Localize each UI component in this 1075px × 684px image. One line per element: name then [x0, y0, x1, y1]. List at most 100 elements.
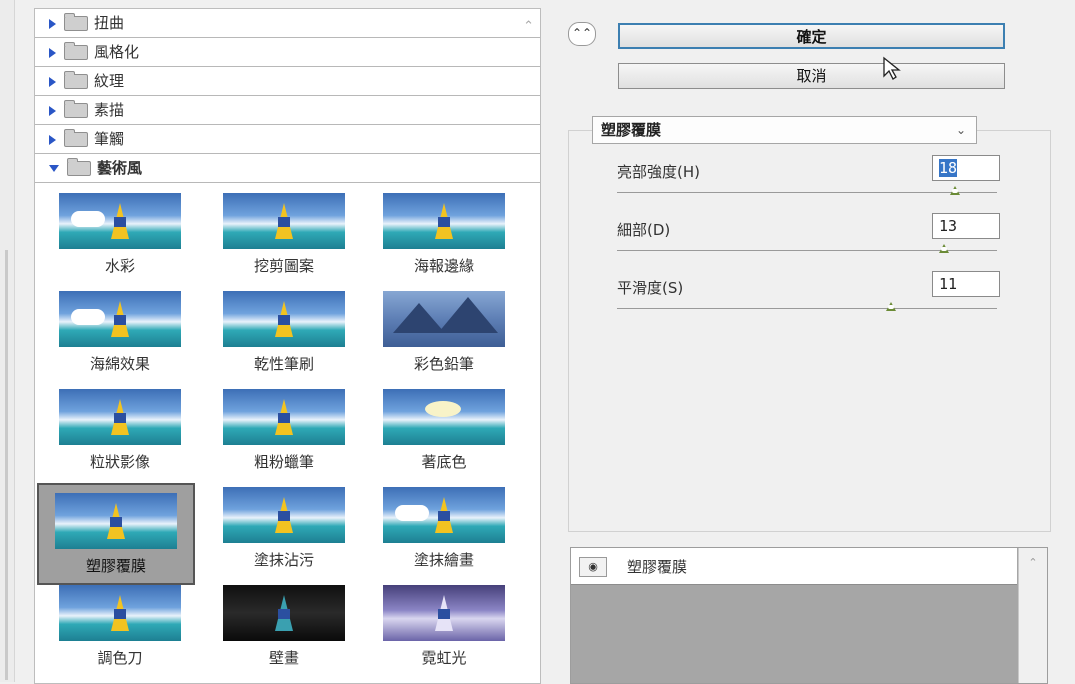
thumb-label: 彩色鉛筆: [413, 355, 474, 373]
category-stylize[interactable]: 風格化: [35, 38, 540, 67]
thumb-label: 挖剪圖案: [253, 257, 314, 275]
category-sketch[interactable]: 素描: [35, 96, 540, 125]
input-value: 18: [939, 159, 958, 177]
filter-thumb[interactable]: 調色刀: [41, 585, 199, 681]
filter-thumb[interactable]: 壁畫: [205, 585, 363, 681]
mouse-cursor-icon: [883, 56, 901, 80]
collapse-gallery-button[interactable]: ⌃⌃: [568, 22, 596, 46]
smoothness-input[interactable]: 11: [932, 271, 1000, 297]
category-label: 紋理: [94, 72, 125, 90]
expand-triangle-icon: [49, 134, 56, 145]
param-highlight-strength: 亮部強度(H) 18: [617, 155, 1002, 205]
filter-thumb[interactable]: 乾性筆刷: [205, 291, 363, 387]
folder-open-icon: [67, 158, 91, 176]
param-detail: 細部(D) 13: [617, 213, 1002, 263]
filter-thumb[interactable]: 粒狀影像: [41, 389, 199, 485]
ok-button[interactable]: 確定: [618, 23, 1005, 49]
thumb-label: 乾性筆刷: [253, 355, 314, 373]
expand-triangle-icon: [49, 47, 56, 58]
filter-thumb[interactable]: 著底色: [365, 389, 523, 485]
filter-preview-image: [223, 193, 345, 249]
thumb-label: 水彩: [104, 257, 135, 275]
filter-preview-image: [383, 291, 505, 347]
expand-triangle-icon: [49, 76, 56, 87]
slider-handle[interactable]: [886, 302, 896, 311]
thumb-label: 壁畫: [268, 649, 299, 667]
effect-layer-row[interactable]: ◉ 塑膠覆膜: [571, 548, 1017, 585]
filter-gallery: ⌃ 扭曲 風格化 紋理 素描 筆觸 藝術風 水彩 挖剪圖案 海報邊緣 海綿效果 …: [34, 8, 541, 684]
slider-track[interactable]: [617, 308, 997, 309]
thumbnail-grid: 水彩 挖剪圖案 海報邊緣 海綿效果 乾性筆刷 彩色鉛筆 粒狀影像 粗粉蠟筆 著底…: [35, 183, 540, 683]
filter-preview-image: [223, 487, 345, 543]
filter-preview-image: [383, 193, 505, 249]
category-label: 素描: [94, 101, 125, 119]
filter-preview-image: [59, 585, 181, 641]
eye-visibility-icon[interactable]: ◉: [579, 557, 607, 577]
param-label: 亮部強度(H): [617, 163, 700, 181]
double-chevron-up-icon: ⌃⌃: [571, 26, 593, 40]
folder-icon: [64, 71, 88, 89]
filter-preview-image: [59, 193, 181, 249]
layers-scrollbar[interactable]: ⌃: [1018, 548, 1047, 683]
collapse-triangle-icon: [49, 165, 59, 172]
expand-triangle-icon: [49, 105, 56, 116]
highlight-strength-input[interactable]: 18: [932, 155, 1000, 181]
filter-thumb[interactable]: 水彩: [41, 193, 199, 289]
left-scrollbar[interactable]: [5, 250, 8, 680]
filter-thumb[interactable]: 塗抹繪畫: [365, 487, 523, 583]
slider-track[interactable]: [617, 192, 997, 193]
thumb-label: 塗抹繪畫: [413, 551, 474, 569]
filter-preview-image: [383, 585, 505, 641]
scroll-up-icon[interactable]: ⌃: [1019, 556, 1047, 569]
thumb-label: 塗抹沾污: [253, 551, 314, 569]
category-label: 筆觸: [94, 130, 125, 148]
detail-input[interactable]: 13: [932, 213, 1000, 239]
filter-thumb[interactable]: 海報邊緣: [365, 193, 523, 289]
filter-preview-image: [55, 493, 177, 549]
input-value: 11: [939, 275, 958, 293]
category-label: 扭曲: [94, 14, 125, 32]
filter-thumb[interactable]: 彩色鉛筆: [365, 291, 523, 387]
thumb-label: 著底色: [421, 453, 467, 471]
thumb-label: 霓虹光: [421, 649, 467, 667]
dropdown-value: 塑膠覆膜: [601, 121, 662, 139]
thumb-label: 粒狀影像: [89, 453, 150, 471]
category-distort[interactable]: 扭曲: [35, 9, 540, 38]
category-brush-strokes[interactable]: 筆觸: [35, 125, 540, 154]
input-value: 13: [939, 217, 958, 235]
chevron-down-icon: ⌄: [955, 123, 966, 137]
filter-select-dropdown[interactable]: 塑膠覆膜 ⌄: [592, 116, 977, 144]
slider-handle[interactable]: [939, 244, 949, 253]
cancel-button[interactable]: 取消: [618, 63, 1005, 89]
folder-icon: [64, 129, 88, 147]
effect-layers-panel: ◉ 塑膠覆膜 ⌃: [570, 547, 1048, 684]
filter-preview-image: [59, 291, 181, 347]
thumb-label: 調色刀: [97, 649, 143, 667]
param-smoothness: 平滑度(S) 11: [617, 271, 1002, 321]
filter-preview-image: [223, 389, 345, 445]
category-artistic[interactable]: 藝術風: [35, 154, 540, 183]
filter-thumb[interactable]: 挖剪圖案: [205, 193, 363, 289]
param-label: 平滑度(S): [617, 279, 684, 297]
category-label: 風格化: [94, 43, 140, 61]
thumb-label: 海綿效果: [89, 355, 150, 373]
filter-thumb[interactable]: 海綿效果: [41, 291, 199, 387]
thumb-label: 塑膠覆膜: [85, 557, 146, 575]
slider-handle[interactable]: [950, 186, 960, 195]
filter-thumb[interactable]: 塗抹沾污: [205, 487, 363, 583]
thumb-label: 海報邊緣: [413, 257, 474, 275]
filter-preview-image: [59, 389, 181, 445]
category-label: 藝術風: [97, 159, 143, 177]
folder-icon: [64, 100, 88, 118]
filter-thumb[interactable]: 霓虹光: [365, 585, 523, 681]
thumb-label: 粗粉蠟筆: [253, 453, 314, 471]
folder-icon: [64, 42, 88, 60]
filter-preview-image: [383, 487, 505, 543]
filter-thumb-selected[interactable]: 塑膠覆膜: [37, 483, 195, 585]
filter-thumb[interactable]: 粗粉蠟筆: [205, 389, 363, 485]
filter-preview-image: [383, 389, 505, 445]
category-texture[interactable]: 紋理: [35, 67, 540, 96]
param-label: 細部(D): [617, 221, 671, 239]
left-edge-panel: [0, 0, 15, 682]
layer-name: 塑膠覆膜: [627, 558, 688, 576]
